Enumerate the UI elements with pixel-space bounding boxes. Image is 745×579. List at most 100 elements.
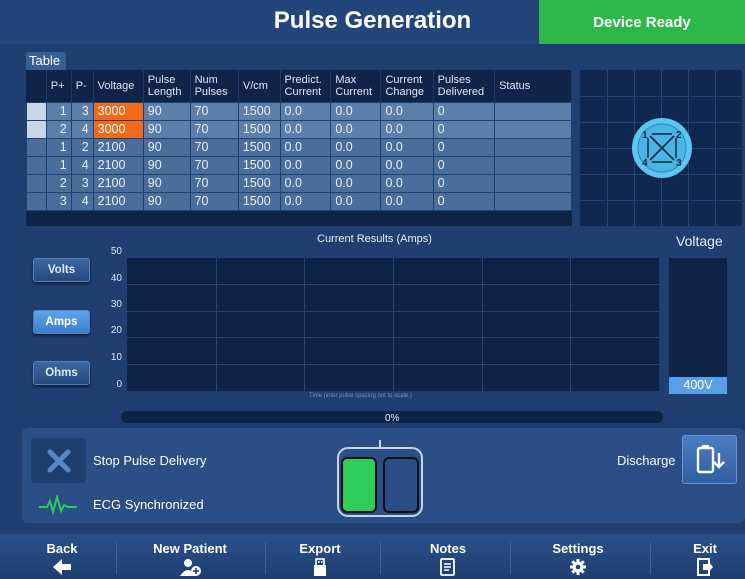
cell-p-plus: 1 — [45, 101, 72, 121]
exit-icon — [697, 558, 713, 576]
x-axis-label: Time (inter pulse spacing not to scale.) — [309, 393, 412, 399]
cell-num-pulses: 70 — [189, 173, 239, 193]
discharge-label: Discharge — [617, 453, 676, 468]
nav-back-button[interactable]: Back — [22, 534, 102, 579]
col-header-num-pulses: Num Pulses — [190, 70, 239, 102]
cell-status — [494, 119, 572, 139]
cell-max-current: 0.0 — [330, 101, 382, 121]
cell-predicted-current: 0.0 — [279, 101, 332, 121]
nav-settings-button[interactable]: Settings — [538, 534, 618, 579]
cell-predicted-current: 0.0 — [279, 173, 332, 193]
cell-voltage: 2100 — [92, 173, 144, 193]
cell-select[interactable] — [26, 155, 47, 175]
table-row[interactable]: 2 3 2100 90 70 1500 0.0 0.0 0.0 0 — [26, 173, 572, 193]
nav-notes-button[interactable]: Notes — [408, 534, 488, 579]
table-row[interactable]: 2 4 3000 90 70 1500 0.0 0.0 0.0 0 — [26, 119, 572, 139]
stop-pulse-button[interactable] — [31, 438, 86, 483]
cell-voltage: 2100 — [92, 191, 144, 211]
device-status-badge: Device Ready — [539, 0, 745, 44]
cell-p-plus: 1 — [45, 155, 72, 175]
cell-status — [494, 155, 572, 175]
notes-icon — [440, 558, 455, 576]
progress-label: 0% — [385, 413, 400, 424]
cell-max-current: 0.0 — [330, 191, 382, 211]
cell-current-change: 0.0 — [380, 119, 434, 139]
cell-pulses-delivered: 0 — [432, 191, 496, 211]
voltage-value: 400V — [669, 377, 727, 394]
y-tick-20: 20 — [110, 325, 122, 336]
nav-export-label: Export — [299, 541, 341, 556]
cell-num-pulses: 70 — [189, 191, 239, 211]
y-tick-10: 10 — [110, 352, 122, 363]
cell-p-minus: 4 — [70, 155, 94, 175]
table-row[interactable]: 1 2 2100 90 70 1500 0.0 0.0 0.0 0 — [26, 137, 572, 157]
app-root: Pulse Generation Device Ready Table P+ P-… — [0, 0, 745, 579]
cell-pulse-length: 90 — [142, 137, 191, 157]
electrode-label-4: 4 — [642, 158, 648, 169]
voltage-label: Voltage — [676, 233, 723, 249]
cell-p-minus: 2 — [70, 137, 94, 157]
cell-max-current: 0.0 — [330, 119, 382, 139]
cell-p-minus: 3 — [70, 101, 94, 121]
chart-title: Current Results (Amps) — [317, 233, 432, 245]
cell-pulses-delivered: 0 — [432, 173, 496, 193]
cell-num-pulses: 70 — [189, 101, 239, 121]
cell-predicted-current: 0.0 — [279, 191, 332, 211]
cell-pulse-length: 90 — [142, 155, 191, 175]
tab-table[interactable]: Table — [26, 52, 66, 70]
cell-pulse-length: 90 — [142, 173, 191, 193]
cell-max-current: 0.0 — [330, 173, 382, 193]
current-plot-area — [127, 258, 659, 391]
add-user-icon — [180, 559, 201, 576]
arrow-left-icon — [53, 559, 71, 575]
nav-settings-label: Settings — [552, 541, 604, 556]
electrode-diagram-icon: 1 2 3 4 — [632, 118, 692, 178]
nav-exit-label: Exit — [693, 541, 717, 556]
cell-pulse-length: 90 — [142, 119, 191, 139]
pulse-table-container: P+ P- Voltage Pulse Length Num Pulses V/cm Pre… — [26, 70, 572, 226]
cell-predicted-current: 0.0 — [279, 155, 332, 175]
ecg-sync-label: ECG Synchronized — [93, 497, 204, 512]
cell-v-per-cm: 1500 — [237, 191, 281, 211]
cell-p-plus: 3 — [45, 191, 72, 211]
cell-select[interactable] — [26, 101, 47, 121]
nav-back-label: Back — [46, 541, 78, 556]
cell-num-pulses: 70 — [189, 137, 239, 157]
y-tick-30: 30 — [110, 299, 122, 310]
cell-p-plus: 1 — [45, 137, 72, 157]
nav-export-button[interactable]: Export — [280, 534, 360, 579]
ecg-icon — [39, 495, 77, 515]
cell-current-change: 0.0 — [380, 191, 434, 211]
cell-p-plus: 2 — [45, 119, 72, 139]
col-header-pulse-length: Pulse Length — [143, 70, 191, 102]
cell-v-per-cm: 1500 — [237, 173, 281, 193]
nav-notes-label: Notes — [429, 541, 467, 556]
cell-select[interactable] — [26, 191, 47, 211]
cell-select[interactable] — [26, 119, 47, 139]
volts-button[interactable]: Volts — [33, 258, 90, 282]
col-header-select — [26, 70, 47, 102]
table-row[interactable]: 3 4 2100 90 70 1500 0.0 0.0 0.0 0 — [26, 191, 572, 211]
cell-select[interactable] — [26, 137, 47, 157]
table-row[interactable]: 1 4 2100 90 70 1500 0.0 0.0 0.0 0 — [26, 155, 572, 175]
col-header-pulses-delivered: Pulses Delivered — [433, 70, 496, 102]
nav-new-patient-label: New Patient — [153, 541, 227, 556]
nav-exit-button[interactable]: Exit — [670, 534, 740, 579]
usb-drive-icon — [314, 558, 326, 576]
voltage-bar — [669, 258, 727, 394]
nav-new-patient-button[interactable]: New Patient — [140, 534, 240, 579]
amps-button[interactable]: Amps — [33, 310, 90, 334]
ohms-button[interactable]: Ohms — [33, 361, 90, 385]
discharge-button[interactable] — [682, 435, 737, 484]
cell-voltage: 3000 — [92, 101, 144, 121]
cell-current-change: 0.0 — [380, 101, 434, 121]
cell-num-pulses: 70 — [189, 155, 239, 175]
foot-pedal-icon — [337, 440, 423, 517]
cell-max-current: 0.0 — [330, 137, 382, 157]
cell-predicted-current: 0.0 — [279, 137, 332, 157]
table-row[interactable]: 1 3 3000 90 70 1500 0.0 0.0 0.0 0 — [26, 101, 572, 121]
y-tick-40: 40 — [110, 273, 122, 284]
cell-p-minus: 4 — [70, 191, 94, 211]
cell-select[interactable] — [26, 173, 47, 193]
gear-icon — [570, 559, 586, 575]
